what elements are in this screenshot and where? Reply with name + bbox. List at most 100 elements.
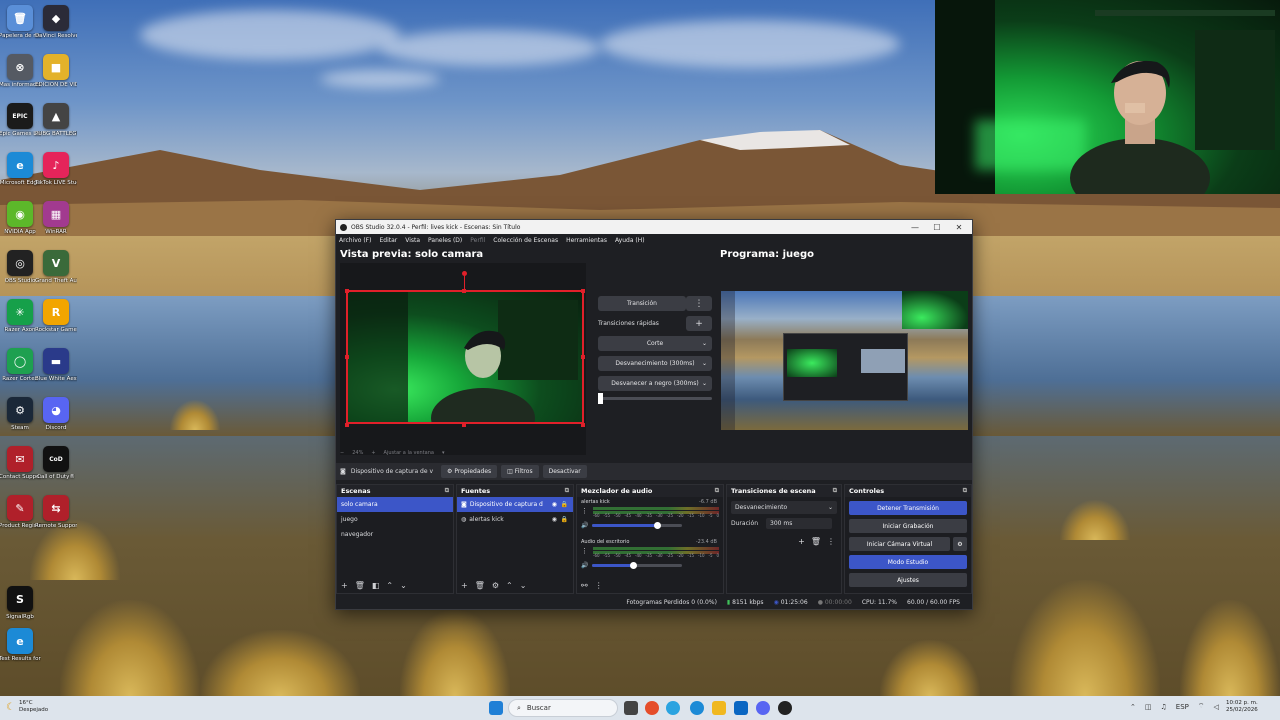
scene-item[interactable]: juego (337, 512, 453, 527)
quick-transition-fade-black[interactable]: Desvanecer a negro (300ms) ⌄ (598, 376, 712, 391)
duration-input[interactable]: 300 ms (766, 518, 833, 529)
weather-widget[interactable]: ☾ 16°C Despejado (6, 700, 48, 714)
speaker-icon[interactable]: 🔊 (581, 562, 588, 569)
zoom-fit-button[interactable]: Ajustar a la ventana (384, 450, 434, 456)
menu-perfil[interactable]: Perfil (470, 237, 485, 244)
move-down-button[interactable]: ⌄ (520, 581, 527, 590)
desktop-icon[interactable]: e Microsoft Edge (0, 152, 40, 187)
studio-mode-button[interactable]: Modo Estudio (849, 555, 967, 569)
transition-menu-button[interactable]: ⋮ (686, 296, 712, 311)
move-up-button[interactable]: ⌃ (506, 581, 513, 590)
volume-slider[interactable] (592, 562, 683, 569)
quick-transition-fade[interactable]: Desvanecimiento (300ms) ⌄ (598, 356, 712, 371)
quick-transition-cut[interactable]: Corte ⌄ (598, 336, 712, 351)
desktop-icon[interactable]: ◎ OBS Studio (0, 250, 40, 285)
wifi-icon[interactable]: ⌔ (1198, 702, 1205, 711)
scene-item[interactable]: solo camara (337, 497, 453, 512)
desktop-icon[interactable]: ✳ Razer Axon (0, 299, 40, 334)
menu-vista[interactable]: Vista (405, 237, 420, 244)
menu-paneles[interactable]: Paneles (D) (428, 237, 462, 244)
desktop-icon[interactable]: V Grand Theft Auto V (35, 250, 77, 285)
desktop-icon[interactable]: ◉ NVIDIA App (0, 201, 40, 236)
desktop-icon[interactable]: CoD Call of Duty® (36, 446, 76, 481)
add-source-button[interactable]: + (461, 581, 468, 590)
desktop-icon[interactable]: ✎Product Registration (0, 495, 41, 530)
stop-stream-button[interactable]: Detener Transmisión (849, 501, 967, 515)
edge-icon[interactable] (690, 701, 704, 715)
undock-icon[interactable]: ⧉ (715, 487, 719, 495)
close-button[interactable]: ✕ (948, 220, 970, 234)
microphone-icon[interactable]: ♫ (1161, 703, 1167, 711)
tbar-slider[interactable] (598, 393, 712, 404)
desktop-icon[interactable]: e Test Results for ST-800... (0, 628, 41, 663)
link-icon[interactable]: ⚯ (581, 581, 588, 590)
transition-button[interactable]: Transición (598, 296, 686, 311)
desktop-icon[interactable]: ■ EDICION DE VIDEOS OKS (35, 54, 77, 89)
desktop-icon[interactable]: ◆ DaVinci Resolve (35, 5, 77, 40)
move-up-button[interactable]: ⌃ (386, 581, 393, 590)
transition-menu-button[interactable]: ⋮ (827, 537, 835, 546)
task-view-icon[interactable] (624, 701, 638, 715)
menu-editar[interactable]: Editar (379, 237, 397, 244)
desktop-icon[interactable]: ▲ PUBG BATTLEGR... (35, 103, 77, 138)
filters-button[interactable]: ◫ Filtros (501, 465, 539, 478)
preview-canvas[interactable] (340, 263, 586, 455)
obs-titlebar[interactable]: OBS Studio 32.0.4 - Perfil: lives kick -… (336, 220, 972, 234)
source-item[interactable]: ◙ Dispositivo de captura d ◉ 🔒 (457, 497, 573, 512)
undock-icon[interactable]: ⧉ (833, 487, 837, 495)
undock-icon[interactable]: ⧉ (445, 487, 449, 495)
gear-icon[interactable]: ⚙ (492, 581, 499, 590)
volume-icon[interactable]: ◁ (1213, 703, 1218, 711)
edge-icon[interactable] (666, 701, 680, 715)
gear-icon[interactable]: ⚙ (953, 537, 967, 551)
volume-slider[interactable] (592, 522, 683, 529)
desktop-icon[interactable]: ✉ Contact Support (0, 446, 41, 481)
eye-icon[interactable]: ◉ (552, 501, 557, 508)
delete-transition-button[interactable]: 🗑 (811, 537, 821, 546)
maximize-button[interactable]: ☐ (926, 220, 948, 234)
search-input[interactable]: ⌕ Buscar (508, 699, 618, 717)
zoom-in-button[interactable]: + (371, 450, 375, 456)
desktop-icon[interactable]: 🗑Papelera de reciclaje (0, 5, 41, 40)
scene-item[interactable]: navegador (337, 527, 453, 542)
desktop-icon[interactable]: ⚙ Steam (0, 397, 40, 432)
menu-archivo[interactable]: Archivo (F) (339, 237, 371, 244)
start-virtual-cam-button[interactable]: Iniciar Cámara Virtual (849, 537, 950, 551)
desktop-icon[interactable]: ▬ Blue White Aesthetic... (35, 348, 77, 383)
eye-icon[interactable]: ◉ (552, 516, 557, 523)
chevron-up-icon[interactable]: ⌃ (1130, 703, 1136, 711)
desktop-icon[interactable]: ◯ Razer Cortex (0, 348, 40, 383)
settings-button[interactable]: Ajustes (849, 573, 967, 587)
delete-source-button[interactable]: 🗑 (475, 581, 485, 590)
file-explorer-icon[interactable] (712, 701, 726, 715)
menu-ayuda[interactable]: Ayuda (H) (615, 237, 645, 244)
add-transition-button[interactable]: + (798, 537, 805, 546)
channel-menu-button[interactable]: ⋮ (581, 547, 588, 555)
desktop-icon[interactable]: ♪ TikTok LIVE Studio (35, 152, 77, 187)
channel-menu-button[interactable]: ⋮ (581, 507, 588, 515)
start-icon[interactable] (489, 701, 503, 715)
network-icon[interactable]: ◫ (1145, 703, 1152, 711)
clock[interactable]: 10:02 p. m. 25/02/2026 (1226, 700, 1258, 714)
tbar-handle[interactable] (598, 393, 603, 404)
desktop-icon[interactable]: ▦ WinRAR (36, 201, 76, 236)
desktop-icon[interactable]: EPICEpic Games Launcher (0, 103, 41, 138)
delete-scene-button[interactable]: 🗑 (355, 581, 365, 590)
preview-source-image[interactable] (346, 290, 584, 424)
discord-icon[interactable] (756, 701, 770, 715)
mixer-menu-button[interactable]: ⋮ (595, 581, 603, 590)
obs-icon[interactable] (778, 701, 792, 715)
chevron-down-icon[interactable]: ▾ (442, 450, 445, 456)
transition-select[interactable]: Desvanecimiento ⌄ (731, 501, 837, 514)
source-item[interactable]: ◍ alertas kick ◉ 🔒 (457, 512, 573, 527)
menu-herramientas[interactable]: Herramientas (566, 237, 607, 244)
lock-icon[interactable]: 🔒 (561, 516, 568, 523)
minimize-button[interactable]: — (904, 220, 926, 234)
undock-icon[interactable]: ⧉ (565, 487, 569, 495)
undock-icon[interactable]: ⧉ (963, 487, 967, 495)
desktop-icon[interactable]: ⇆ Remote Support (35, 495, 77, 530)
speaker-icon[interactable]: 🔊 (581, 522, 588, 529)
start-recording-button[interactable]: Iniciar Grabación (849, 519, 967, 533)
desktop-icon[interactable]: ◕ Discord (36, 397, 76, 432)
language-indicator[interactable]: ESP (1176, 703, 1189, 711)
